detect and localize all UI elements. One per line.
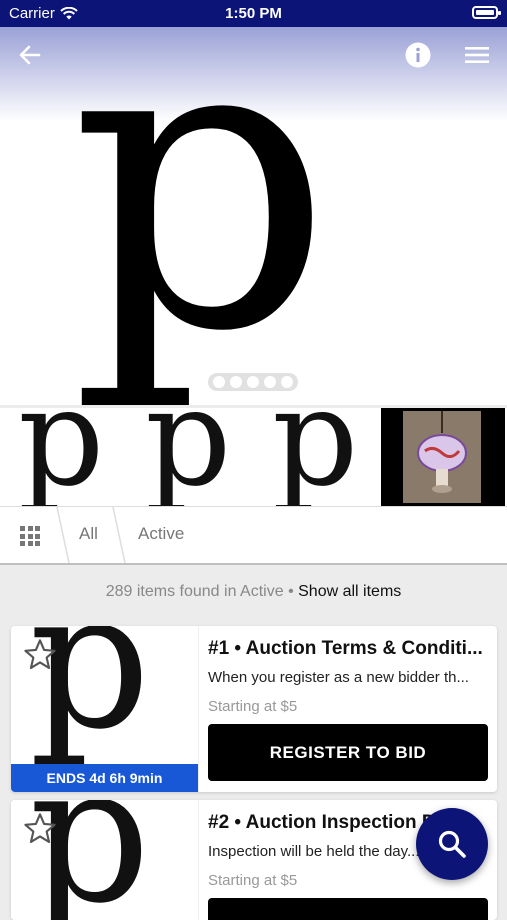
page-dot[interactable]	[230, 376, 242, 388]
lamp-photo	[403, 411, 481, 503]
breadcrumb-separator	[112, 507, 126, 563]
lot-action-button[interactable]	[208, 898, 488, 920]
favorite-button[interactable]	[23, 638, 57, 676]
tab-active[interactable]: Active	[138, 524, 184, 544]
thumbnail[interactable]: p	[127, 408, 254, 506]
battery-icon	[472, 6, 501, 19]
register-to-bid-button[interactable]: REGISTER TO BID	[208, 724, 488, 781]
lot-description: When you register as a new bidder th...	[208, 669, 469, 686]
hero-image-letter: p	[70, 27, 333, 405]
grid-icon[interactable]	[20, 526, 40, 546]
page-dot[interactable]	[213, 376, 225, 388]
hamburger-menu-icon	[465, 47, 489, 63]
clock: 1:50 PM	[225, 5, 282, 22]
lot-image[interactable]: p	[11, 800, 199, 920]
lot-starting-price: Starting at $5	[208, 698, 298, 715]
thumbnail-letter: p	[18, 408, 105, 506]
results-filter-name: Active	[240, 583, 284, 600]
menu-button[interactable]	[461, 39, 493, 71]
back-button[interactable]	[14, 39, 46, 71]
breadcrumb-separator	[56, 507, 70, 563]
lot-card[interactable]: p ENDS 4d 6h 9min #1 • Auction Terms & C…	[11, 626, 497, 792]
arrow-left-icon	[19, 45, 41, 65]
thumbnail-strip: p p p	[0, 408, 507, 507]
thumbnail-letter: p	[145, 408, 232, 506]
search-button[interactable]	[416, 808, 488, 880]
thumbnail[interactable]: p	[0, 408, 127, 506]
thumbnail-letter: p	[272, 408, 359, 506]
filter-bar: All Active	[0, 507, 507, 565]
results-summary: 289 items found in Active • Show all ite…	[0, 583, 507, 601]
page-dot[interactable]	[247, 376, 259, 388]
lot-starting-price: Starting at $5	[208, 872, 298, 889]
page-dot[interactable]	[264, 376, 276, 388]
tab-all[interactable]: All	[79, 524, 98, 544]
results-separator: •	[288, 583, 294, 600]
search-icon	[438, 830, 466, 858]
results-count: 289 items found in	[105, 583, 237, 600]
info-icon	[405, 42, 431, 68]
favorite-button[interactable]	[23, 812, 57, 850]
lot-title[interactable]: #1 • Auction Terms & Conditi...	[208, 638, 490, 660]
status-bar: Carrier 1:50 PM	[0, 0, 507, 27]
carousel-page-indicator[interactable]	[208, 373, 298, 391]
page-dot[interactable]	[281, 376, 293, 388]
info-button[interactable]	[402, 39, 434, 71]
hero-image-carousel[interactable]: p	[0, 27, 507, 405]
ends-countdown: ENDS 4d 6h 9min	[11, 764, 198, 792]
thumbnail[interactable]: p	[254, 408, 381, 506]
star-outline-icon	[24, 639, 56, 670]
thumbnail-photo[interactable]	[381, 408, 505, 506]
show-all-items-link[interactable]: Show all items	[298, 583, 401, 600]
star-outline-icon	[24, 813, 56, 844]
lot-image[interactable]: p ENDS 4d 6h 9min	[11, 626, 199, 792]
